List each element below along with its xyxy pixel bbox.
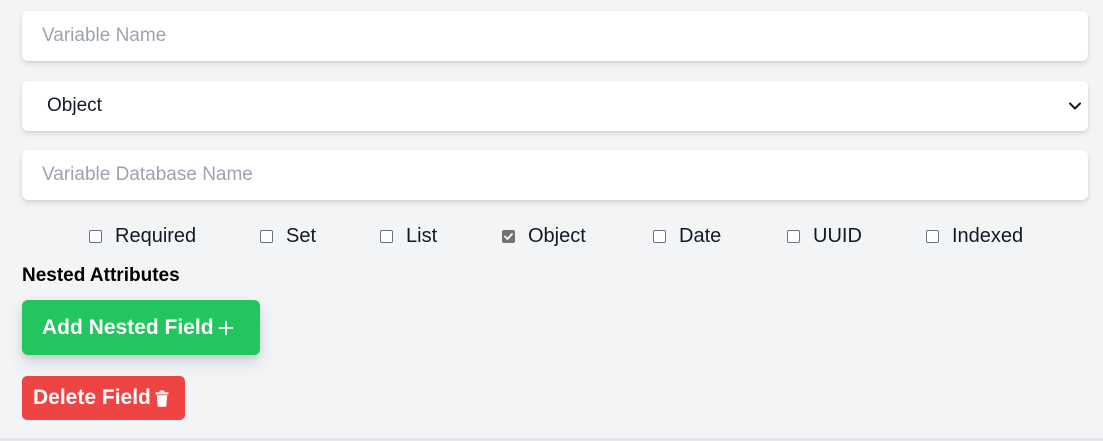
database-name-input[interactable] <box>22 150 1088 200</box>
checkbox-uuid-box[interactable] <box>787 229 800 243</box>
type-select[interactable]: Object <box>22 81 1088 131</box>
checkbox-label: Date <box>679 224 722 247</box>
checkbox-label: Object <box>528 224 586 247</box>
checkbox-label: List <box>406 224 438 247</box>
trash-icon <box>155 390 169 407</box>
checkbox-set[interactable]: Set <box>260 222 316 250</box>
delete-field-button[interactable]: Delete Field <box>22 376 185 420</box>
checkbox-label: Indexed <box>952 224 1024 247</box>
variable-name-field[interactable] <box>22 11 1088 61</box>
database-name-field[interactable] <box>22 150 1088 200</box>
add-nested-field-label: Add Nested Field <box>42 315 214 339</box>
delete-field-label: Delete Field <box>33 386 151 409</box>
checkbox-date[interactable]: Date <box>653 222 721 250</box>
checkbox-list-box[interactable] <box>380 229 393 243</box>
checkbox-indexed-box[interactable] <box>926 229 939 243</box>
variable-name-input[interactable] <box>22 11 1088 61</box>
checkbox-label: Required <box>115 224 197 247</box>
checkbox-required-box[interactable] <box>89 229 102 243</box>
checkbox-list[interactable]: List <box>380 222 437 250</box>
nested-attributes-title: Nested Attributes <box>22 265 180 286</box>
checkbox-set-box[interactable] <box>260 229 273 243</box>
type-options: Required Set List Object Date UUID Index… <box>0 222 1103 250</box>
checkbox-object-box[interactable] <box>502 229 515 243</box>
checkbox-object[interactable]: Object <box>502 222 586 250</box>
add-nested-field-button[interactable]: Add Nested Field <box>22 300 260 355</box>
checkbox-indexed[interactable]: Indexed <box>926 222 1023 250</box>
checkmark-icon <box>504 232 513 240</box>
checkbox-uuid[interactable]: UUID <box>787 222 862 250</box>
field-editor: Object Required Set List Object Date <box>0 0 1103 441</box>
checkbox-label: Set <box>286 224 317 247</box>
plus-icon <box>218 320 234 336</box>
type-select-value: Object <box>47 95 102 116</box>
checkbox-required[interactable]: Required <box>89 222 196 250</box>
checkbox-label: UUID <box>813 224 862 247</box>
chevron-down-icon <box>1068 99 1082 113</box>
checkbox-date-box[interactable] <box>653 229 666 243</box>
